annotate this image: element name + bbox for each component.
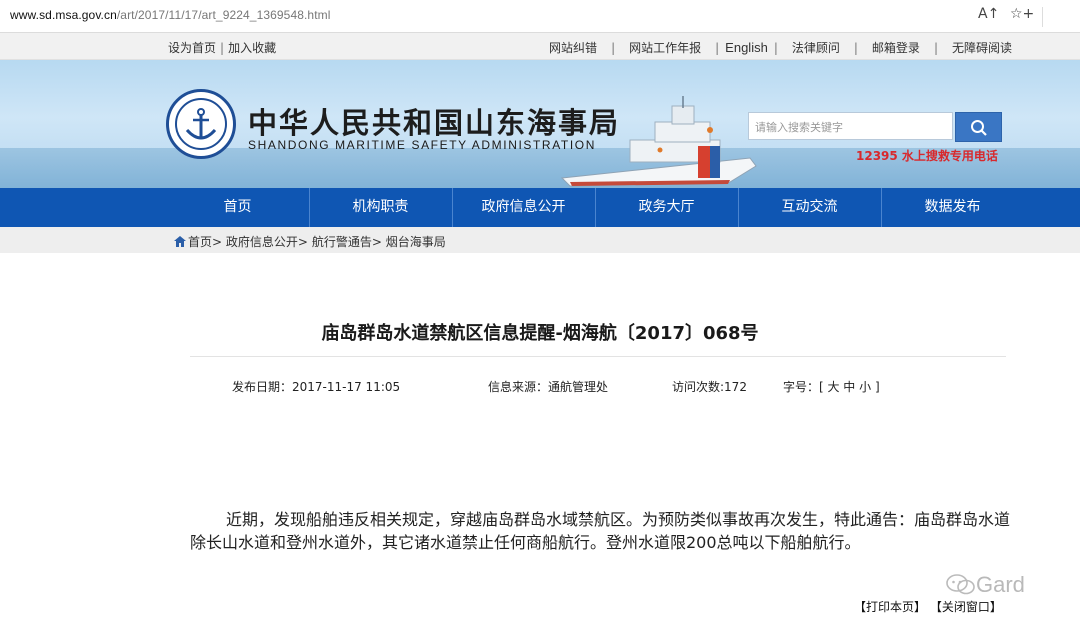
divider: | xyxy=(715,41,720,55)
china-msa-logo xyxy=(166,89,236,159)
divider: | xyxy=(773,41,778,55)
divider: | xyxy=(220,41,225,55)
article-footer-links: 【打印本页】 【关闭窗口】 xyxy=(854,598,1002,615)
divider: | xyxy=(933,41,938,55)
article-body: 近期，发现船舶违反相关规定，穿越庙岛群岛水域禁航区。为预防类似事故再次发生，特此… xyxy=(190,508,1010,554)
breadcrumb-home[interactable]: 首页 xyxy=(188,235,212,249)
article-title: 庙岛群岛水道禁航区信息提醒-烟海航〔2017〕068号 xyxy=(321,323,759,344)
visit-count: 访问次数:172 xyxy=(672,380,747,394)
patrol-ship-image xyxy=(560,96,757,187)
home-icon xyxy=(174,236,186,247)
nav-item-organization[interactable]: 机构职责 xyxy=(309,188,452,227)
title-divider xyxy=(190,356,1006,357)
article-body-text: 近期，发现船舶违反相关规定，穿越庙岛群岛水域禁航区。为预防类似事故再次发生，特此… xyxy=(190,510,1011,552)
add-favorite-link[interactable]: 加入收藏 xyxy=(228,41,276,55)
header-banner: 中华人民共和国山东海事局 SHANDONG MARITIME SAFETY AD… xyxy=(0,60,1080,188)
mail-login-link[interactable]: 邮箱登录 xyxy=(862,41,930,55)
url-host: www.sd.msa.gov.cn xyxy=(10,8,117,22)
annual-report-link[interactable]: 网站工作年报 xyxy=(619,41,711,55)
nav-item-data-release[interactable]: 数据发布 xyxy=(881,188,1024,227)
close-window-link[interactable]: 【关闭窗口】 xyxy=(930,600,1002,614)
set-home-link[interactable]: 设为首页 xyxy=(168,41,216,55)
main-nav: 首页 机构职责 政府信息公开 政务大厅 互动交流 数据发布 xyxy=(0,188,1080,227)
url-field[interactable]: www.sd.msa.gov.cn/art/2017/11/17/art_922… xyxy=(10,8,331,22)
read-aloud-icon[interactable]: A↑ xyxy=(978,6,999,22)
print-page-link[interactable]: 【打印本页】 xyxy=(854,600,926,614)
watermark-text: Gard xyxy=(976,572,1025,597)
font-size-control[interactable]: 字号：[ 大 中 小 ] xyxy=(783,378,880,395)
search-input[interactable]: 请输入搜索关键字 xyxy=(748,112,953,140)
search-button[interactable] xyxy=(955,112,1002,142)
nav-item-gov-info[interactable]: 政府信息公开 xyxy=(452,188,595,227)
browser-address-bar: www.sd.msa.gov.cn/art/2017/11/17/art_922… xyxy=(0,0,1080,33)
favorite-star-icon[interactable]: ☆+ xyxy=(1010,6,1034,22)
divider: | xyxy=(853,41,858,55)
site-correction-link[interactable]: 网站纠错 xyxy=(539,41,607,55)
wechat-watermark: Gard xyxy=(946,572,1025,598)
accessibility-link[interactable]: 无障碍阅读 xyxy=(942,41,1022,55)
url-path: /art/2017/11/17/art_9224_1369548.html xyxy=(116,8,331,22)
wechat-icon xyxy=(946,574,975,595)
nav-item-interaction[interactable]: 互动交流 xyxy=(738,188,881,227)
nav-item-service-hall[interactable]: 政务大厅 xyxy=(595,188,738,227)
breadcrumb: 首页> 政府信息公开> 航行警通告> 烟台海事局 xyxy=(174,233,446,250)
breadcrumb-notices[interactable]: 航行警通告 xyxy=(312,235,372,249)
toolbar-divider xyxy=(1042,7,1043,27)
search-icon xyxy=(971,120,987,136)
breadcrumb-sep: > xyxy=(371,235,382,249)
divider: | xyxy=(611,41,616,55)
breadcrumb-sep: > xyxy=(212,235,223,249)
site-title-en: SHANDONG MARITIME SAFETY ADMINISTRATION xyxy=(248,138,596,152)
anchor-icon xyxy=(185,108,217,140)
breadcrumb-yantai[interactable]: 烟台海事局 xyxy=(386,235,446,249)
rescue-hotline: 12395 水上搜救专用电话 xyxy=(856,149,998,163)
top-utility-bar: 设为首页 | 加入收藏 网站纠错 | 网站工作年报 | English | 法律顾问 | 邮箱登录 |… xyxy=(0,33,1080,60)
english-link[interactable]: English xyxy=(723,40,770,55)
breadcrumb-sep: > xyxy=(297,235,308,249)
publish-date: 发布日期：2017-11-17 11:05 xyxy=(232,380,401,394)
nav-item-home[interactable]: 首页 xyxy=(166,188,309,227)
legal-advisor-link[interactable]: 法律顾问 xyxy=(782,41,850,55)
breadcrumb-gov-info[interactable]: 政府信息公开 xyxy=(226,235,298,249)
info-source: 信息来源：通航管理处 xyxy=(488,380,609,394)
breadcrumb-bar: 首页> 政府信息公开> 航行警通告> 烟台海事局 xyxy=(0,227,1080,253)
